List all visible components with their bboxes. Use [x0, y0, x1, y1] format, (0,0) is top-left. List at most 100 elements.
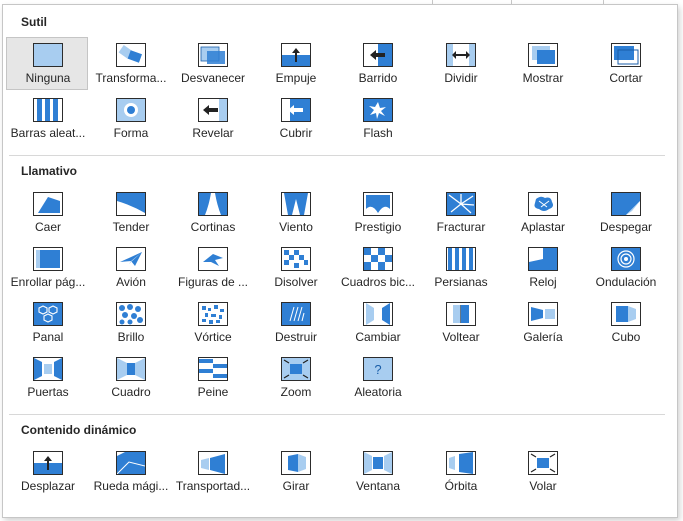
transition-caer[interactable]: Caer — [6, 186, 88, 239]
transition-label: Tender — [112, 220, 150, 234]
honeycomb-transition-icon — [33, 302, 63, 326]
transition-fracturar[interactable]: Fracturar — [419, 186, 501, 239]
transition-orbita[interactable]: Órbita — [419, 445, 501, 498]
transition-forma[interactable]: Forma — [89, 92, 171, 145]
transition-label: Rueda mági... — [93, 479, 169, 493]
comb-transition-icon — [198, 357, 228, 381]
ferris-wheel-transition-icon — [116, 451, 146, 475]
transition-label: Volar — [529, 479, 557, 493]
transition-revelar[interactable]: Revelar — [171, 92, 253, 145]
transition-panal[interactable]: Panal — [6, 296, 88, 349]
section-title: Sutil — [21, 15, 47, 29]
transition-label: Prestigio — [354, 220, 402, 234]
transition-flash[interactable]: Flash — [336, 92, 418, 145]
transition-tender[interactable]: Tender — [89, 186, 171, 239]
svg-text:?: ? — [374, 362, 381, 377]
origami-transition-icon — [198, 247, 228, 271]
transition-prestigio[interactable]: Prestigio — [336, 186, 418, 239]
transition-label: Desplazar — [20, 479, 76, 493]
random-bars-transition-icon — [33, 98, 63, 122]
transition-puertas[interactable]: Puertas — [6, 351, 88, 404]
transition-label: Ventana — [355, 479, 401, 493]
uncover-transition-icon — [198, 98, 228, 122]
dissolve-transition-icon — [281, 247, 311, 271]
transition-aplastar[interactable]: Aplastar — [501, 186, 583, 239]
morph-transition-icon — [116, 43, 146, 67]
page-curl-transition-icon — [33, 247, 63, 271]
transition-ventana[interactable]: Ventana — [336, 445, 418, 498]
transition-rueda-magica[interactable]: Rueda mági... — [89, 445, 171, 498]
section-divider — [9, 155, 665, 156]
transition-empuje[interactable]: Empuje — [254, 37, 336, 90]
drape-transition-icon — [116, 192, 146, 216]
transition-zoom[interactable]: Zoom — [254, 351, 336, 404]
transition-label: Ninguna — [25, 71, 71, 85]
transition-label: Caer — [34, 220, 61, 234]
transition-cubo[interactable]: Cubo — [584, 296, 666, 349]
transition-peine[interactable]: Peine — [171, 351, 253, 404]
transition-cuadros-bicolores[interactable]: Cuadros bic... — [336, 241, 418, 294]
transition-label: Revelar — [192, 126, 234, 140]
transition-transformacion[interactable]: Transforma... — [89, 37, 171, 90]
transition-avion[interactable]: Avión — [89, 241, 171, 294]
fall-over-transition-icon — [33, 192, 63, 216]
transition-label: Flash — [363, 126, 393, 140]
vortex-transition-icon — [198, 302, 228, 326]
transition-label: Cubrir — [279, 126, 313, 140]
transition-cortinas[interactable]: Cortinas — [171, 186, 253, 239]
transition-reloj[interactable]: Reloj — [501, 241, 583, 294]
section-title: Contenido dinámico — [21, 423, 137, 437]
transition-label: Desvanecer — [180, 71, 246, 85]
transition-ninguna[interactable]: Ninguna — [6, 37, 88, 90]
transition-label: Mostrar — [522, 71, 564, 85]
transition-label: Girar — [282, 479, 310, 493]
fly-through-transition-icon — [528, 451, 558, 475]
prestige-transition-icon — [363, 192, 393, 216]
transition-label: Cuadro — [111, 385, 151, 399]
transition-viento[interactable]: Viento — [254, 186, 336, 239]
transition-label: Dividir — [444, 71, 478, 85]
transition-desplazar[interactable]: Desplazar — [6, 445, 88, 498]
transition-mostrar[interactable]: Mostrar — [501, 37, 583, 90]
transition-voltear[interactable]: Voltear — [419, 296, 501, 349]
transition-persianas[interactable]: Persianas — [419, 241, 501, 294]
transition-label: Brillo — [117, 330, 145, 344]
transition-girar[interactable]: Girar — [254, 445, 336, 498]
transition-label: Destruir — [274, 330, 317, 344]
curtains-transition-icon — [198, 192, 228, 216]
switch-transition-icon — [363, 302, 393, 326]
transition-cuadro[interactable]: Cuadro — [89, 351, 171, 404]
transition-cubrir[interactable]: Cubrir — [254, 92, 336, 145]
transition-volar[interactable]: Volar — [501, 445, 583, 498]
transition-figuras-de-papel[interactable]: Figuras de ... — [171, 241, 253, 294]
transition-ondulacion[interactable]: Ondulación — [584, 241, 666, 294]
transition-aleatoria[interactable]: ? Aleatoria — [336, 351, 418, 404]
shape-transition-icon — [116, 98, 146, 122]
ripple-transition-icon — [611, 247, 641, 271]
transition-label: Cambiar — [355, 330, 401, 344]
transition-barras-aleatorias[interactable]: Barras aleat... — [6, 92, 88, 145]
transition-cortar[interactable]: Cortar — [584, 37, 666, 90]
transition-dividir[interactable]: Dividir — [419, 37, 501, 90]
transition-transportador[interactable]: Transportad... — [171, 445, 253, 498]
cut-transition-icon — [611, 43, 641, 67]
section-title: Llamativo — [21, 164, 78, 178]
transition-cambiar[interactable]: Cambiar — [336, 296, 418, 349]
transition-destruir[interactable]: Destruir — [254, 296, 336, 349]
transition-brillo[interactable]: Brillo — [89, 296, 171, 349]
transition-label: Aleatoria — [354, 385, 402, 399]
transition-barrido[interactable]: Barrido — [336, 37, 418, 90]
transition-label: Persianas — [434, 275, 488, 289]
transition-label: Transforma... — [95, 71, 167, 85]
transition-label: Aplastar — [520, 220, 566, 234]
transition-desvanecer[interactable]: Desvanecer — [171, 37, 253, 90]
transition-enrollar-pagina[interactable]: Enrollar pág... — [6, 241, 88, 294]
transition-despegar[interactable]: Despegar — [584, 186, 666, 239]
transition-disolver[interactable]: Disolver — [254, 241, 336, 294]
transition-vortice[interactable]: Vórtice — [171, 296, 253, 349]
clock-transition-icon — [528, 247, 558, 271]
transition-galeria[interactable]: Galería — [501, 296, 583, 349]
transition-label: Avión — [116, 275, 146, 289]
transition-label: Viento — [279, 220, 313, 234]
transition-label: Órbita — [444, 479, 478, 493]
